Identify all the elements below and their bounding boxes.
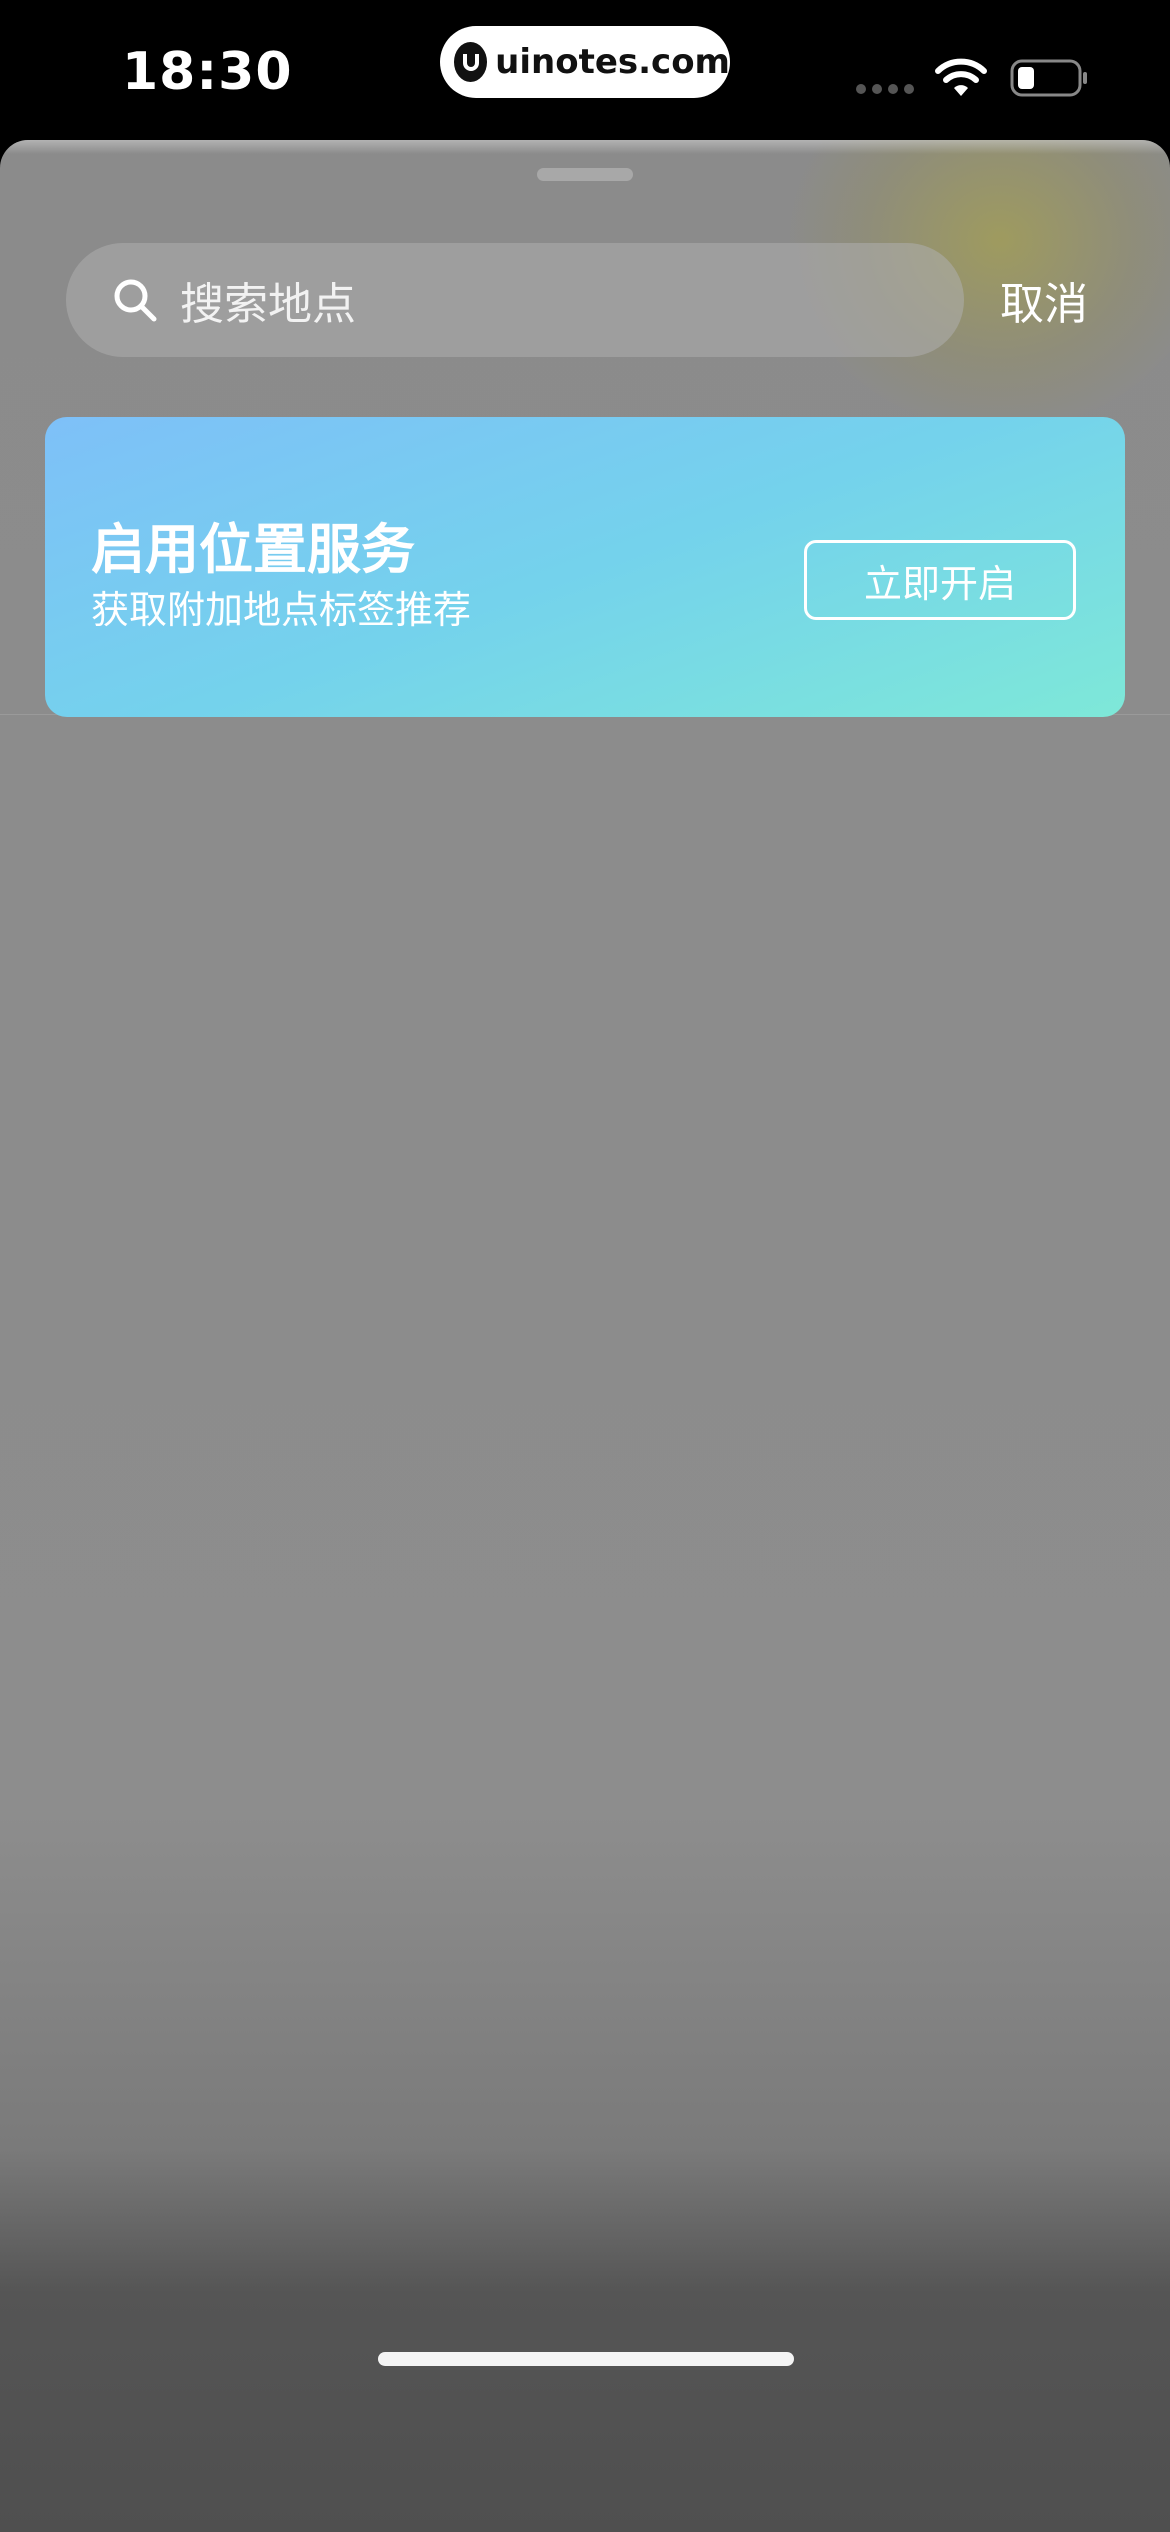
- status-time: 18:30: [122, 42, 293, 102]
- home-indicator[interactable]: [378, 2352, 794, 2366]
- status-bar: 18:30 uinotes.com: [0, 0, 1170, 140]
- watermark-badge: uinotes.com: [440, 26, 730, 98]
- enable-location-button[interactable]: 立即开启: [804, 540, 1076, 620]
- sheet-edge: [0, 140, 1170, 154]
- cancel-button[interactable]: 取消: [1000, 268, 1088, 332]
- battery-icon: [1010, 59, 1087, 97]
- search-location-input[interactable]: 搜索地点: [66, 243, 964, 357]
- banner-title: 启用位置服务: [91, 518, 415, 581]
- watermark-text: uinotes.com: [495, 42, 730, 82]
- search-placeholder: 搜索地点: [180, 279, 356, 330]
- banner-subtitle: 获取附加地点标签推荐: [91, 588, 472, 632]
- watermark-logo-icon: [454, 42, 488, 82]
- sheet-grabber[interactable]: [537, 168, 633, 181]
- location-search-sheet: 搜索地点 取消 启用位置服务 获取附加地点标签推荐 立即开启: [0, 140, 1170, 2532]
- search-icon: [114, 279, 157, 322]
- wifi-icon: [935, 58, 987, 96]
- location-service-banner: 启用位置服务 获取附加地点标签推荐 立即开启: [45, 417, 1125, 717]
- cellular-signal-icon: [856, 84, 914, 94]
